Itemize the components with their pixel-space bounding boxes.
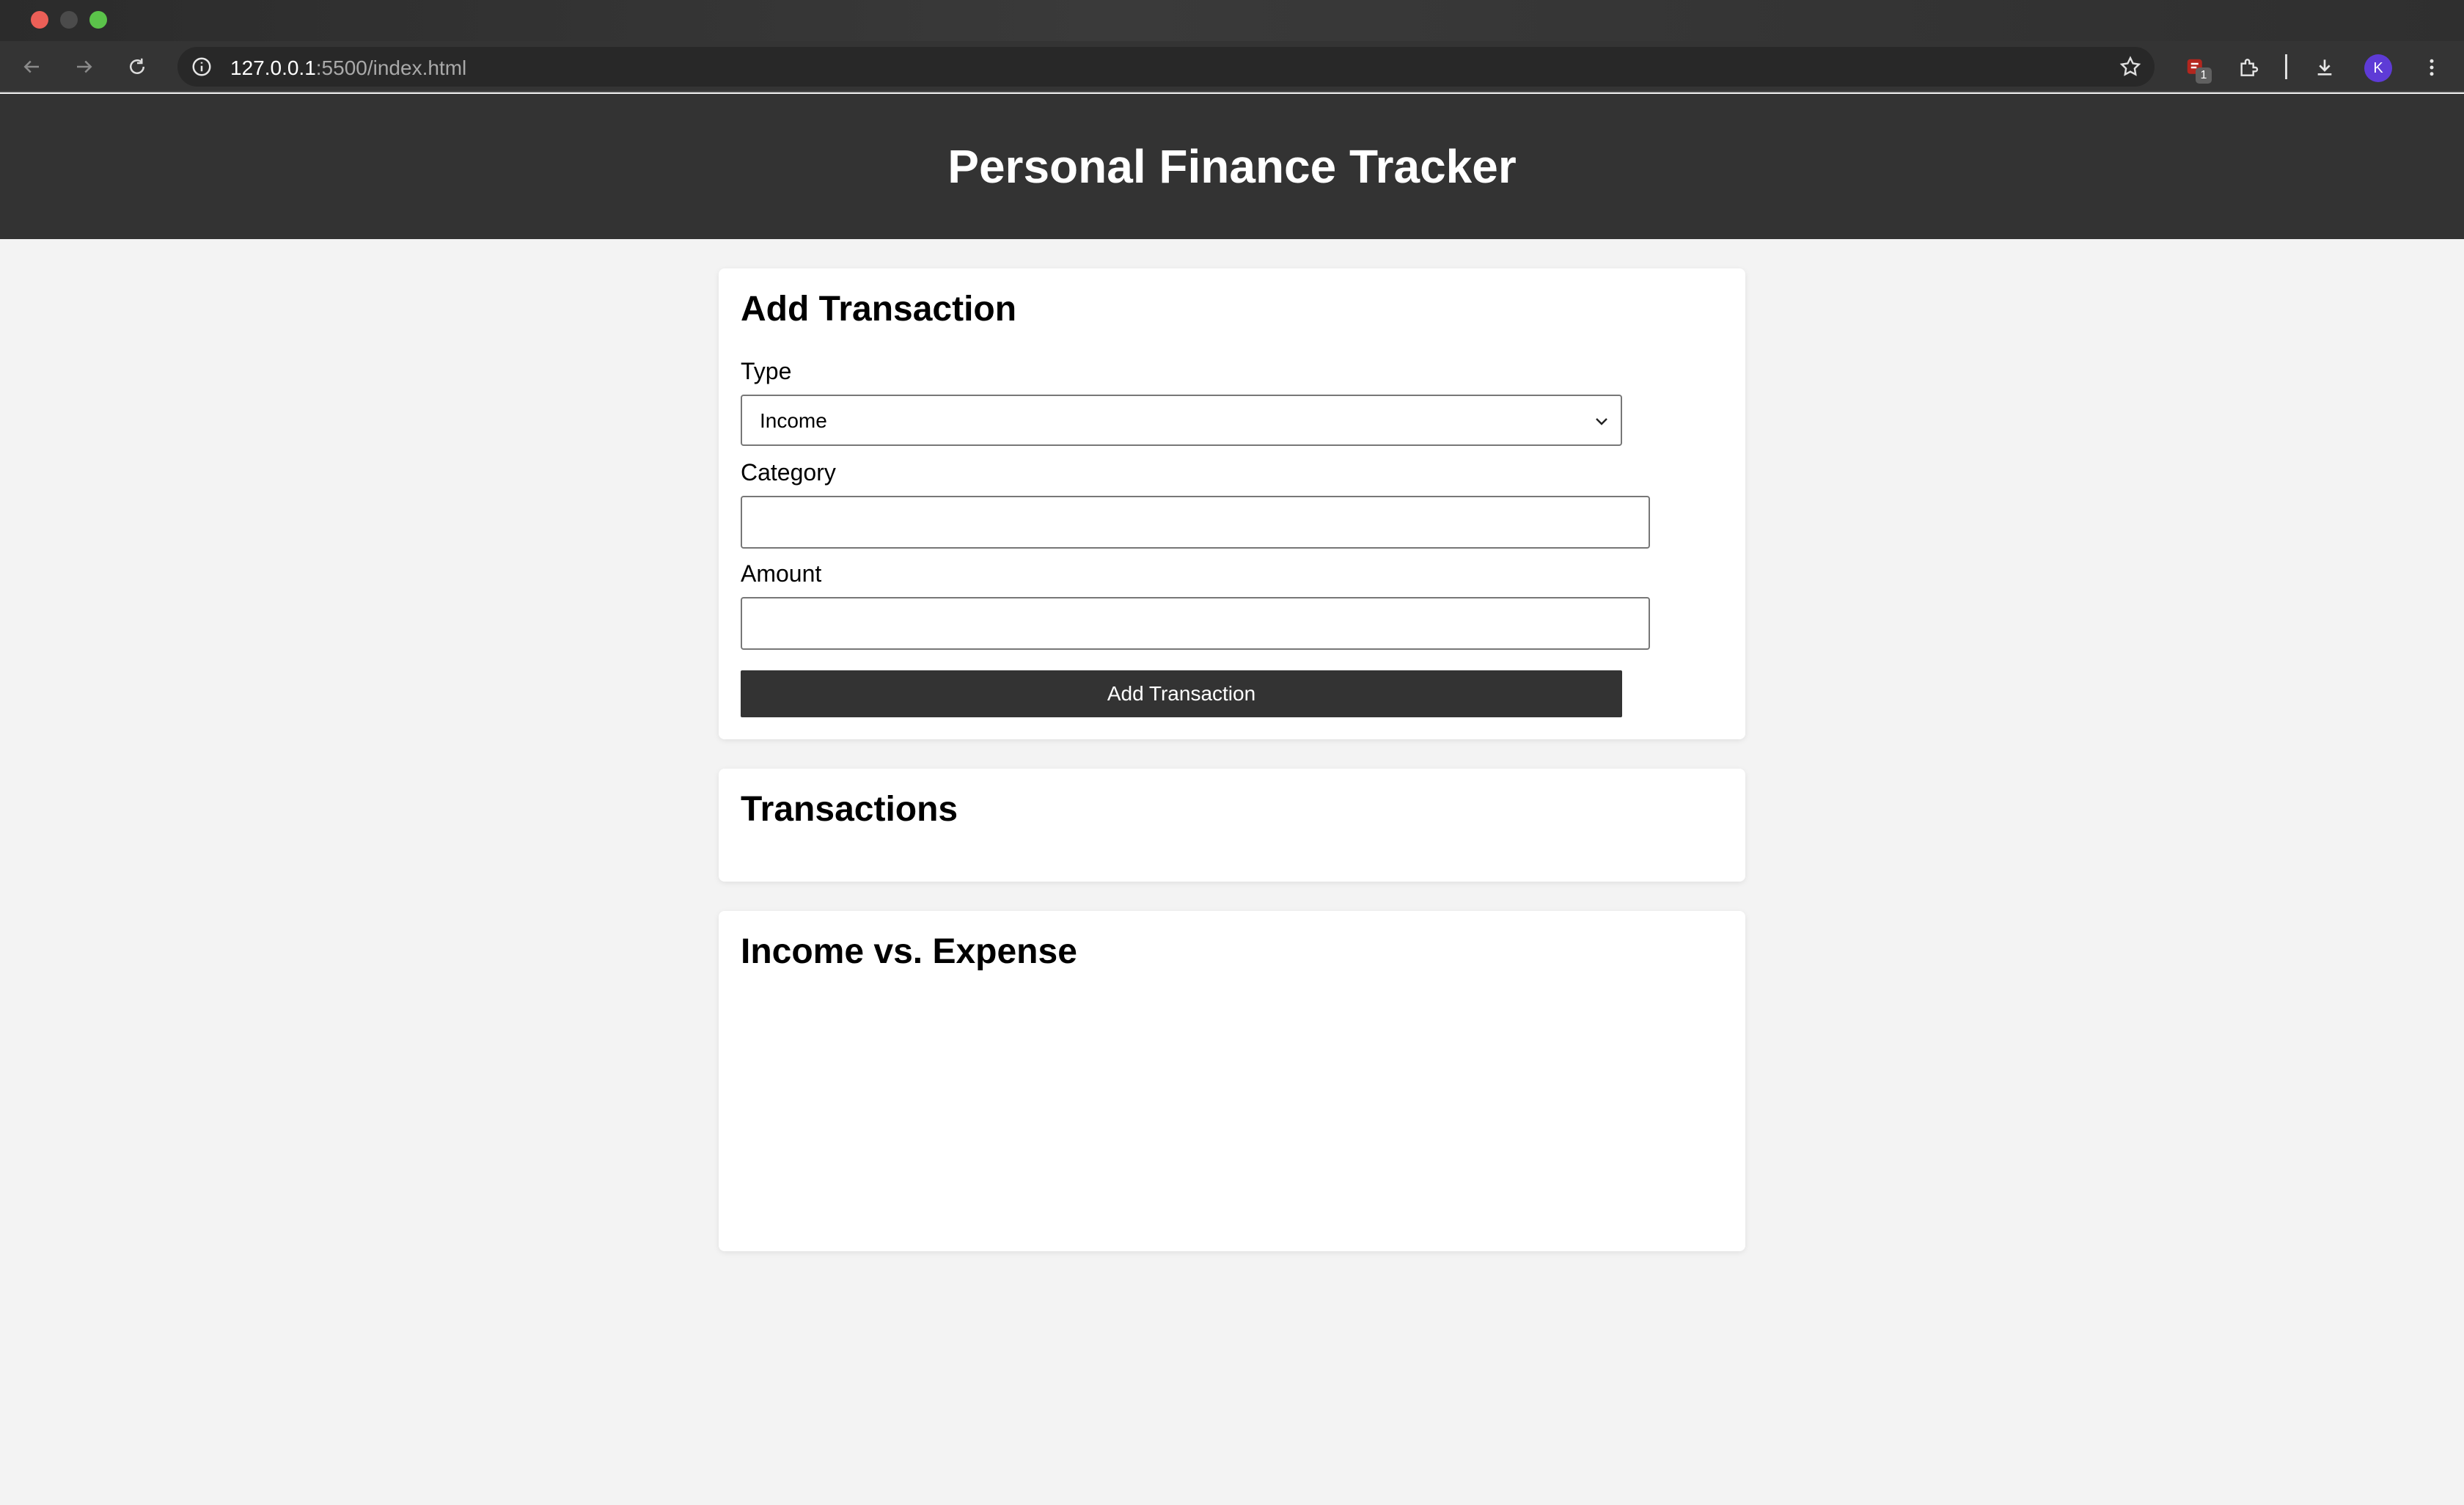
transactions-card: Transactions xyxy=(719,769,1745,882)
bookmark-star-icon[interactable] xyxy=(2118,54,2143,79)
arrow-right-icon xyxy=(77,60,92,73)
page-header: Personal Finance Tracker xyxy=(0,94,2464,239)
close-window-button[interactable] xyxy=(31,11,48,29)
amount-label: Amount xyxy=(741,560,822,587)
minimize-window-button[interactable] xyxy=(60,11,78,29)
type-select-value: Income xyxy=(760,409,827,432)
download-icon[interactable] xyxy=(2310,53,2339,82)
type-label: Type xyxy=(741,358,792,384)
add-transaction-button[interactable]: Add Transaction xyxy=(741,670,1622,717)
address-bar[interactable]: 127.0.0.1:5500/index.html xyxy=(177,47,2155,87)
add-transaction-card: Add Transaction Type Income Category Amo… xyxy=(719,268,1745,739)
reload-button[interactable] xyxy=(120,50,154,84)
menu-kebab-icon[interactable] xyxy=(2417,53,2446,82)
transactions-heading: Transactions xyxy=(741,790,958,829)
window-titlebar xyxy=(0,0,2464,41)
profile-avatar[interactable]: K xyxy=(2364,54,2392,82)
extension-badge: 1 xyxy=(2196,67,2212,84)
site-info-icon[interactable] xyxy=(189,54,214,79)
browser-toolbar: 127.0.0.1:5500/index.html 1 K xyxy=(0,41,2464,92)
add-transaction-heading: Add Transaction xyxy=(741,290,1017,329)
type-select[interactable]: Income xyxy=(741,395,1622,446)
reload-icon xyxy=(130,58,144,74)
toolbar-divider xyxy=(2285,54,2287,79)
url-path: :5500/index.html xyxy=(315,56,467,79)
arrow-left-icon xyxy=(23,60,39,73)
category-label: Category xyxy=(741,459,836,486)
url-text: 127.0.0.1:5500/index.html xyxy=(230,56,466,80)
url-host: 127.0.0.1 xyxy=(230,56,316,79)
extension-icon[interactable]: 1 xyxy=(2181,53,2212,84)
income-expense-card: Income vs. Expense xyxy=(719,911,1745,1251)
extensions-puzzle-icon[interactable] xyxy=(2234,53,2263,82)
chart-canvas xyxy=(741,992,1723,1234)
forward-button[interactable] xyxy=(67,50,101,84)
maximize-window-button[interactable] xyxy=(89,11,107,29)
page-title: Personal Finance Tracker xyxy=(947,140,1517,193)
amount-input[interactable] xyxy=(741,597,1650,650)
chevron-down-icon xyxy=(1596,418,1607,425)
chart-heading: Income vs. Expense xyxy=(741,932,1077,971)
category-input[interactable] xyxy=(741,496,1650,549)
back-button[interactable] xyxy=(15,50,48,84)
